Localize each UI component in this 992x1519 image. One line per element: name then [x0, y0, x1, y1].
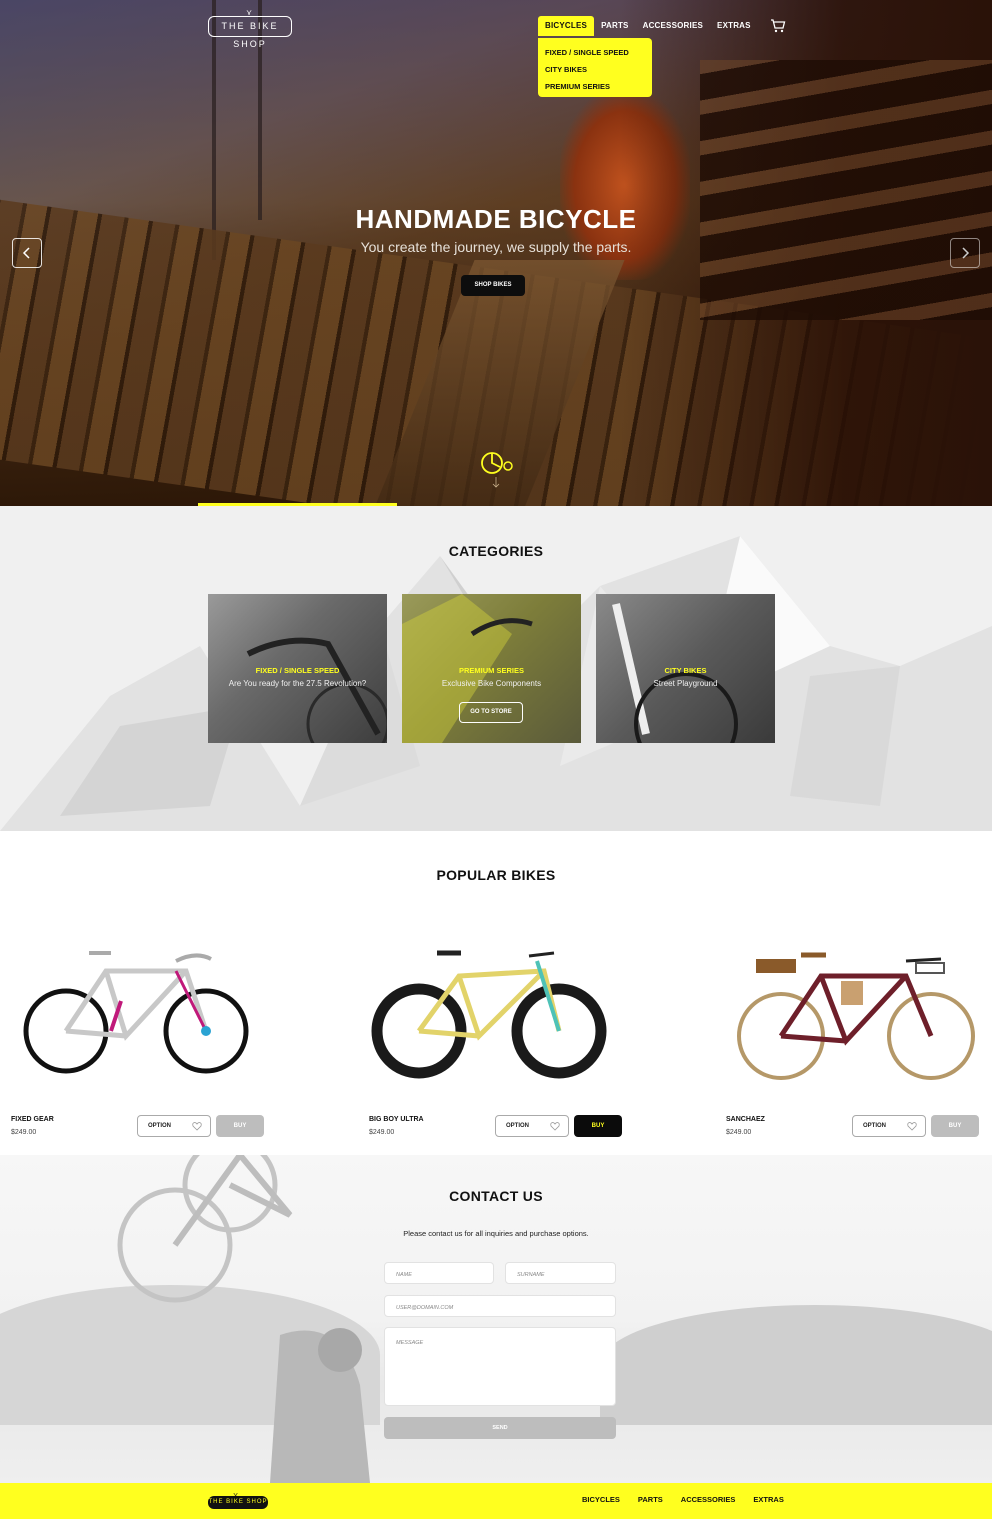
product-name: SANCHAEZ: [726, 1116, 765, 1123]
site-logo[interactable]: ⋎ THE BIKE SHOP: [208, 9, 292, 49]
shop-bikes-button[interactable]: SHOP BIKES: [461, 275, 525, 296]
product-name: BIG BOY ULTRA: [369, 1116, 424, 1123]
category-name: PREMIUM SERIES: [458, 666, 524, 675]
product-card-fixed-gear: FIXED GEAR $249.00 OPTION BUY: [11, 931, 271, 1141]
option-label: OPTION: [148, 1123, 172, 1129]
hero-section: ⋎ THE BIKE SHOP BICYCLES PARTS ACCESSORI…: [0, 0, 992, 506]
popular-bikes-section: POPULAR BIKES FIXED GEAR $249.00 OPTION …: [0, 831, 992, 1155]
category-desc: Street Playground: [653, 679, 718, 688]
bicycles-dropdown: FIXED / SINGLE SPEED CITY BIKES PREMIUM …: [538, 38, 652, 97]
heart-icon[interactable]: [907, 1121, 917, 1131]
chevron-left-icon: [22, 247, 30, 259]
footer-nav-parts[interactable]: PARTS: [629, 1495, 672, 1504]
category-desc: Exclusive Bike Components: [441, 679, 542, 688]
product-price: $249.00: [726, 1129, 752, 1136]
category-card-premium[interactable]: PREMIUM SERIES Exclusive Bike Components…: [402, 594, 581, 743]
background-hill: [600, 1305, 992, 1425]
cyclist-photo: [117, 1155, 370, 1483]
hero-title: HANDMADE BICYCLE: [355, 204, 637, 234]
footer-nav-accessories[interactable]: ACCESSORIES: [672, 1495, 745, 1504]
category-name: CITY BIKES: [664, 666, 707, 675]
category-name: FIXED / SINGLE SPEED: [255, 666, 340, 675]
hero-photo-bench: [700, 60, 992, 320]
fixed-gear-bike-image[interactable]: [11, 931, 261, 1091]
contact-section: CONTACT US Please contact us for all inq…: [0, 1155, 992, 1483]
heart-icon[interactable]: [192, 1121, 202, 1131]
footer-nav-extras[interactable]: EXTRAS: [744, 1495, 792, 1504]
product-card-big-boy-ultra: BIG BOY ULTRA $249.00 OPTION BUY: [369, 931, 629, 1141]
surname-field[interactable]: SURNAME: [505, 1262, 616, 1284]
main-nav: BICYCLES PARTS ACCESSORIES EXTRAS: [538, 16, 786, 36]
footer: ⋎ THE BIKE SHOP BICYCLES PARTS ACCESSORI…: [0, 1483, 992, 1519]
send-button[interactable]: SEND: [384, 1417, 616, 1439]
categories-title: CATEGORIES: [448, 543, 544, 559]
chevron-right-icon: [962, 247, 970, 259]
slider-next-button[interactable]: [950, 238, 980, 268]
option-select[interactable]: OPTION: [495, 1115, 569, 1137]
dropdown-item-premium[interactable]: PREMIUM SERIES: [545, 78, 645, 95]
go-to-store-button[interactable]: GO TO STORE: [459, 702, 523, 723]
email-field[interactable]: USER@DOMAIN.COM: [384, 1295, 616, 1317]
categories-section: CATEGORIES FIXED / SINGLE SPEED Are You …: [0, 506, 992, 831]
dropdown-item-fixed[interactable]: FIXED / SINGLE SPEED: [545, 44, 645, 61]
logo-text: THE BIKE SHOP: [221, 21, 279, 49]
footer-nav-bicycles[interactable]: BICYCLES: [573, 1495, 629, 1504]
buy-button[interactable]: BUY: [216, 1115, 264, 1137]
category-card-fixed[interactable]: FIXED / SINGLE SPEED Are You ready for t…: [208, 594, 387, 743]
popular-title: POPULAR BIKES: [436, 867, 556, 883]
category-card-city[interactable]: CITY BIKES Street Playground: [596, 594, 775, 743]
dropdown-item-city[interactable]: CITY BIKES: [545, 61, 645, 78]
nav-item-extras[interactable]: EXTRAS: [710, 16, 758, 36]
buy-button[interactable]: BUY: [931, 1115, 979, 1137]
scroll-down-icon[interactable]: [478, 449, 514, 489]
name-field[interactable]: NAME: [384, 1262, 494, 1284]
option-select[interactable]: OPTION: [137, 1115, 211, 1137]
footer-nav: BICYCLES PARTS ACCESSORIES EXTRAS: [573, 1495, 793, 1504]
nav-item-bicycles[interactable]: BICYCLES: [538, 16, 595, 36]
nav-item-accessories[interactable]: ACCESSORIES: [636, 16, 710, 36]
hero-subtitle: You create the journey, we supply the pa…: [360, 239, 632, 255]
message-field[interactable]: MESSAGE: [384, 1327, 616, 1406]
footer-logo[interactable]: ⋎ THE BIKE SHOP: [208, 1492, 268, 1509]
option-label: OPTION: [506, 1123, 530, 1129]
heart-icon[interactable]: [550, 1121, 560, 1131]
product-name: FIXED GEAR: [11, 1116, 54, 1123]
nav-item-parts[interactable]: PARTS: [594, 16, 636, 36]
category-desc: Are You ready for the 27.5 Revolution?: [228, 679, 367, 688]
product-price: $249.00: [369, 1129, 395, 1136]
product-price: $249.00: [11, 1129, 37, 1136]
product-card-sanchaez: SANCHAEZ $249.00 OPTION BUY: [726, 931, 986, 1141]
slider-prev-button[interactable]: [12, 238, 42, 268]
option-select[interactable]: OPTION: [852, 1115, 926, 1137]
option-label: OPTION: [863, 1123, 887, 1129]
cart-icon[interactable]: [770, 18, 786, 34]
sanchaez-bike-image[interactable]: [726, 931, 976, 1091]
buy-button[interactable]: BUY: [574, 1115, 622, 1137]
big-boy-ultra-bike-image[interactable]: [369, 931, 619, 1091]
contact-subtitle: Please contact us for all inquiries and …: [403, 1229, 589, 1238]
contact-title: CONTACT US: [449, 1188, 543, 1204]
antler-icon: ⋎: [246, 8, 254, 17]
antler-icon: ⋎: [233, 1492, 240, 1499]
